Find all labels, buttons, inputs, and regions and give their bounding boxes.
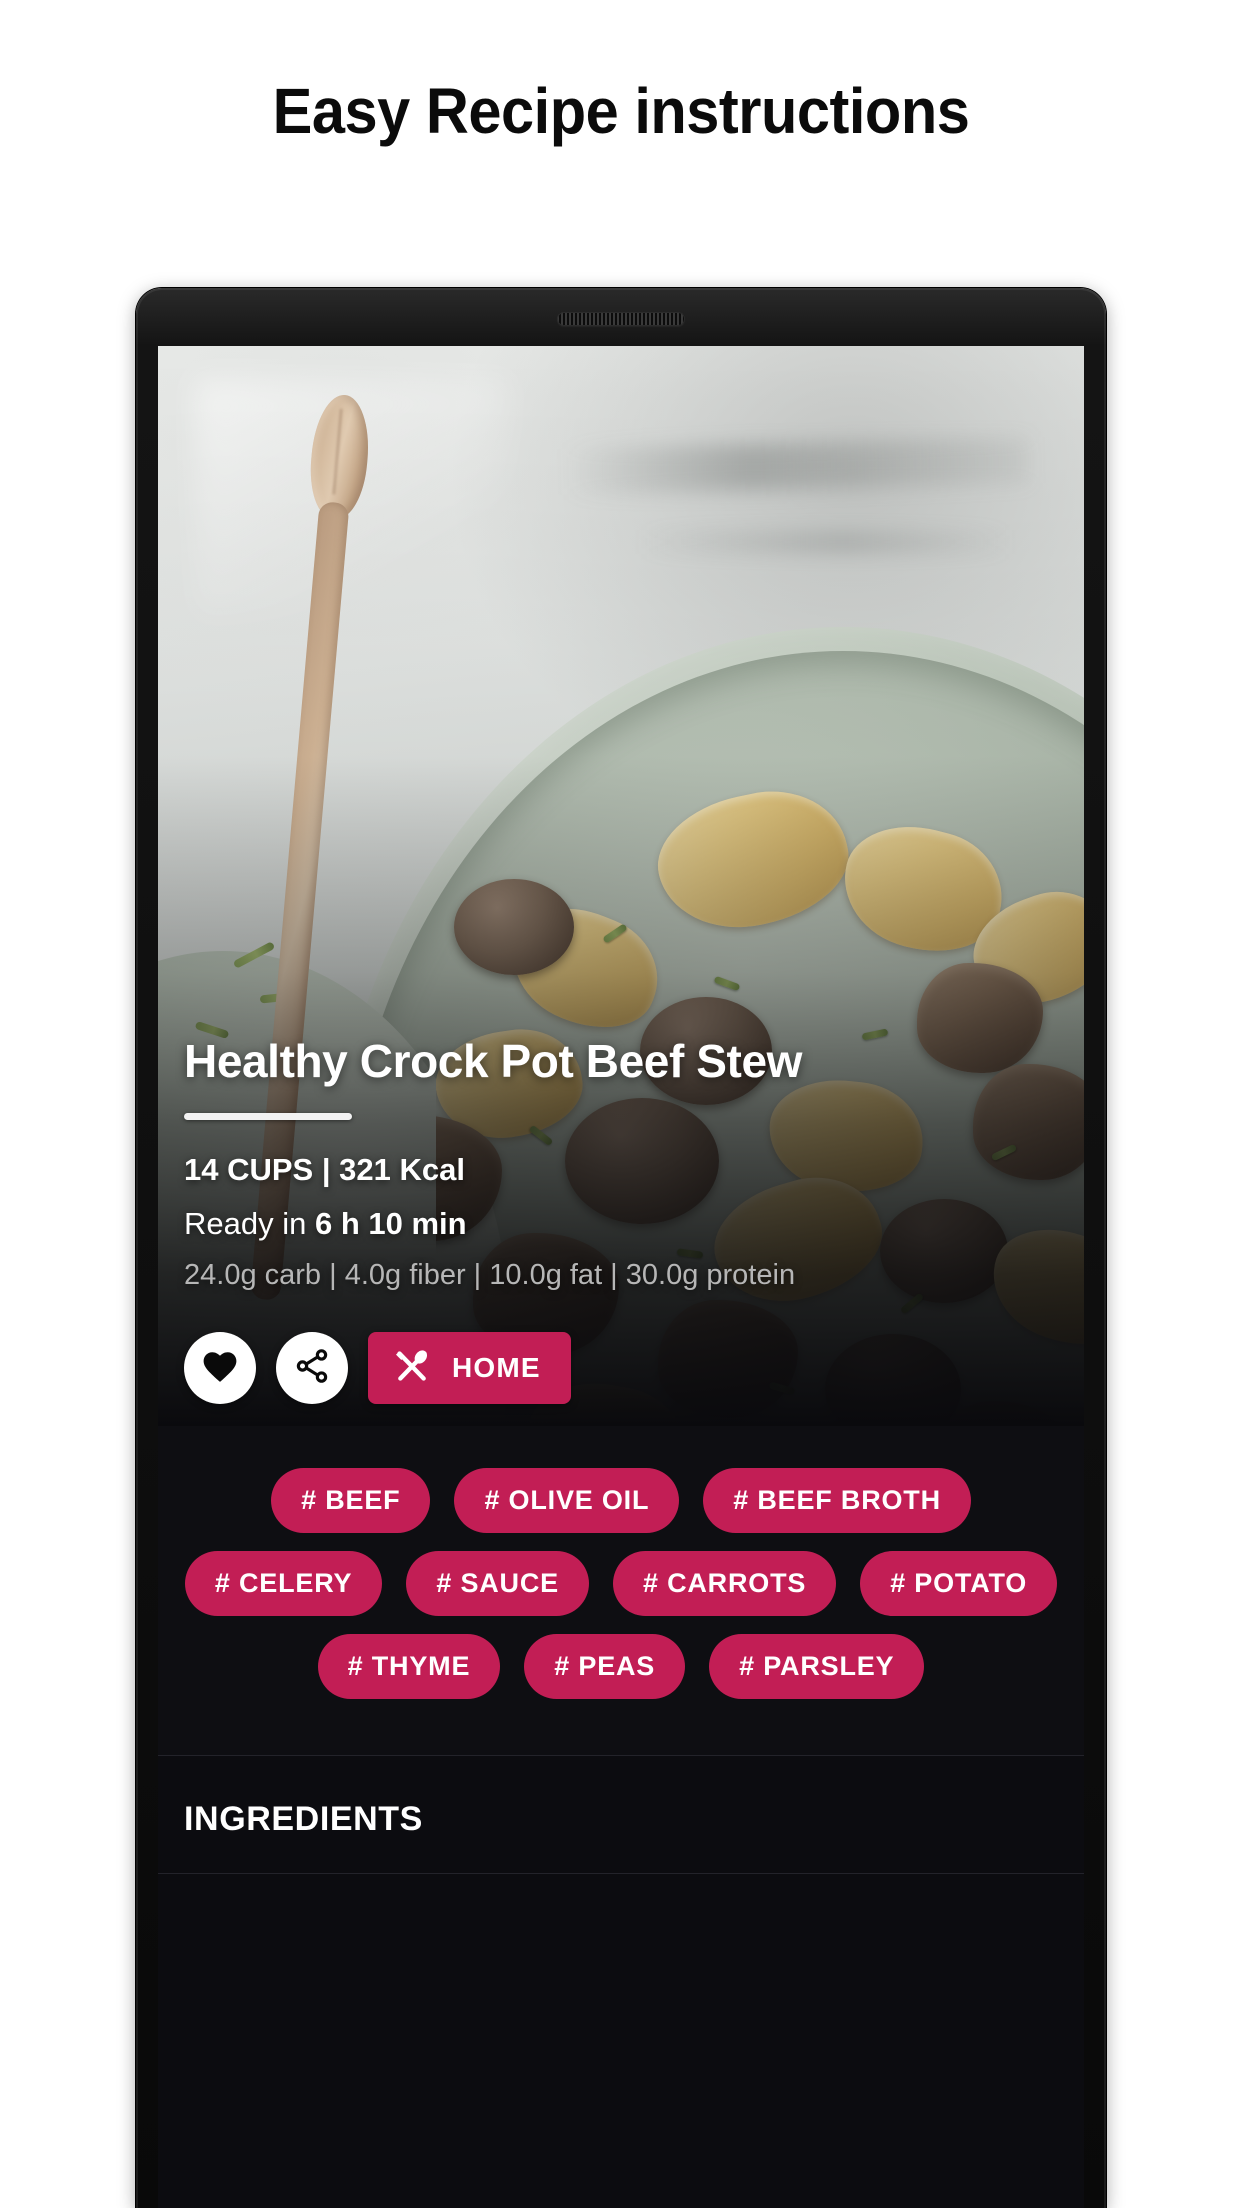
- tag-list: # BEEF # OLIVE OIL # BEEF BROTH # CELERY…: [158, 1426, 1084, 1755]
- page-title: Easy Recipe instructions: [272, 75, 970, 147]
- ready-prefix-label: Ready in: [184, 1206, 315, 1241]
- title-underline-rule: [184, 1113, 352, 1120]
- share-button[interactable]: [276, 1332, 348, 1404]
- home-button[interactable]: HOME: [368, 1332, 571, 1404]
- ingredients-list: [158, 1874, 1084, 1948]
- phone-screen: Healthy Crock Pot Beef Stew 14 CUPS | 32…: [158, 346, 1084, 2208]
- recipe-title: Healthy Crock Pot Beef Stew: [184, 1035, 803, 1088]
- servings-calories-text: 14 CUPS | 321 Kcal: [184, 1152, 465, 1187]
- ready-time-value: 6 h 10 min: [314, 1206, 467, 1241]
- tag-pill[interactable]: # PARSLEY: [709, 1634, 925, 1699]
- recipe-hero: Healthy Crock Pot Beef Stew 14 CUPS | 32…: [158, 346, 1084, 1426]
- tag-pill[interactable]: # OLIVE OIL: [454, 1468, 680, 1533]
- speaker-grille-icon: [557, 312, 685, 326]
- hero-content: Healthy Crock Pot Beef Stew 14 CUPS | 32…: [184, 1036, 1058, 1426]
- tag-pill[interactable]: # CELERY: [184, 1551, 383, 1616]
- ingredients-section: INGREDIENTS: [158, 1756, 1084, 1873]
- nutrition-text: 24.0g carb | 4.0g fiber | 10.0g fat | 30…: [184, 1259, 796, 1291]
- home-button-label: HOME: [452, 1352, 541, 1383]
- fork-spoon-icon: [392, 1346, 432, 1391]
- tag-pill[interactable]: # SAUCE: [406, 1551, 589, 1616]
- device-frame: Healthy Crock Pot Beef Stew 14 CUPS | 32…: [136, 288, 1106, 2208]
- screenshot-root: Easy Recipe instructions Healthy Crock P…: [0, 0, 1242, 2208]
- tag-pill[interactable]: # PEAS: [524, 1634, 686, 1699]
- tag-row: # BEEF # OLIVE OIL # BEEF BROTH: [182, 1468, 1060, 1533]
- ingredients-heading: INGREDIENTS: [184, 1800, 423, 1838]
- favorite-button[interactable]: [184, 1332, 256, 1404]
- tag-row: # THYME # PEAS # PARSLEY: [182, 1634, 1060, 1699]
- tag-pill[interactable]: # BEEF: [271, 1468, 431, 1533]
- heart-icon: [201, 1349, 239, 1388]
- tag-pill[interactable]: # THYME: [317, 1634, 501, 1699]
- tag-pill[interactable]: # BEEF BROTH: [703, 1468, 971, 1533]
- share-icon: [293, 1347, 331, 1390]
- tag-row: # CELERY # SAUCE # CARROTS # POTATO: [182, 1551, 1060, 1616]
- ready-time-text: Ready in 6 h 10 min: [184, 1206, 1058, 1242]
- tag-pill[interactable]: # POTATO: [860, 1551, 1058, 1616]
- action-button-row: HOME: [184, 1332, 1058, 1404]
- tag-pill[interactable]: # CARROTS: [612, 1551, 837, 1616]
